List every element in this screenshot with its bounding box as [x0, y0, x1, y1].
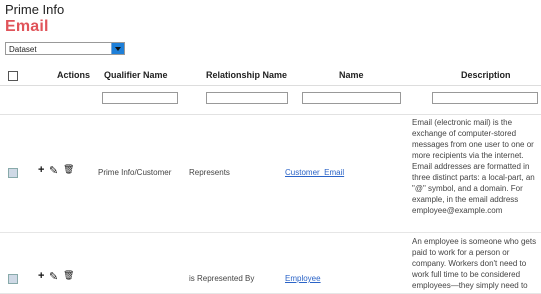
delete-icon[interactable]: 🗑	[63, 270, 74, 281]
header-relationship-name[interactable]: Relationship Name	[206, 70, 287, 80]
dataset-selected-value: Dataset	[9, 45, 37, 54]
description-filter-input[interactable]	[432, 92, 538, 104]
name-link[interactable]: Customer_Email	[285, 168, 344, 177]
page-title: Email	[5, 18, 49, 35]
table-row: + ✎ 🗑 Prime Info/Customer Represents Cus…	[0, 114, 541, 233]
description-cell: Email (electronic mail) is the exchange …	[412, 118, 535, 215]
table-row: + ✎ 🗑 is Represented By Employee An empl…	[0, 233, 541, 294]
delete-icon[interactable]: 🗑	[63, 164, 74, 175]
row-checkbox[interactable]	[8, 274, 18, 284]
select-all-checkbox[interactable]	[8, 71, 18, 81]
qualifier-cell: Prime Info/Customer	[98, 168, 172, 177]
name-filter-input[interactable]	[302, 92, 401, 104]
edit-icon[interactable]: ✎	[49, 164, 58, 177]
header-actions: Actions	[57, 70, 91, 80]
qualifier-filter-input[interactable]	[102, 92, 178, 104]
relationship-filter-input[interactable]	[206, 92, 288, 104]
add-icon[interactable]: +	[38, 270, 44, 282]
breadcrumb[interactable]: Prime Info	[5, 2, 64, 17]
relationship-cell: Represents	[189, 168, 230, 177]
header-name[interactable]: Name	[339, 70, 364, 80]
relationship-cell: is Represented By	[189, 274, 255, 283]
add-icon[interactable]: +	[38, 164, 44, 176]
table-header-row: Actions Qualifier Name Relationship Name…	[0, 65, 541, 86]
header-qualifier-name[interactable]: Qualifier Name	[104, 70, 168, 80]
edit-icon[interactable]: ✎	[49, 270, 58, 283]
name-link[interactable]: Employee	[285, 274, 321, 283]
dataset-dropdown[interactable]: Dataset	[5, 42, 125, 55]
filter-row	[0, 86, 541, 115]
header-description[interactable]: Description	[461, 70, 511, 80]
chevron-down-icon[interactable]	[111, 43, 124, 54]
description-cell: An employee is someone who gets paid to …	[412, 237, 537, 290]
row-checkbox[interactable]	[8, 168, 18, 178]
